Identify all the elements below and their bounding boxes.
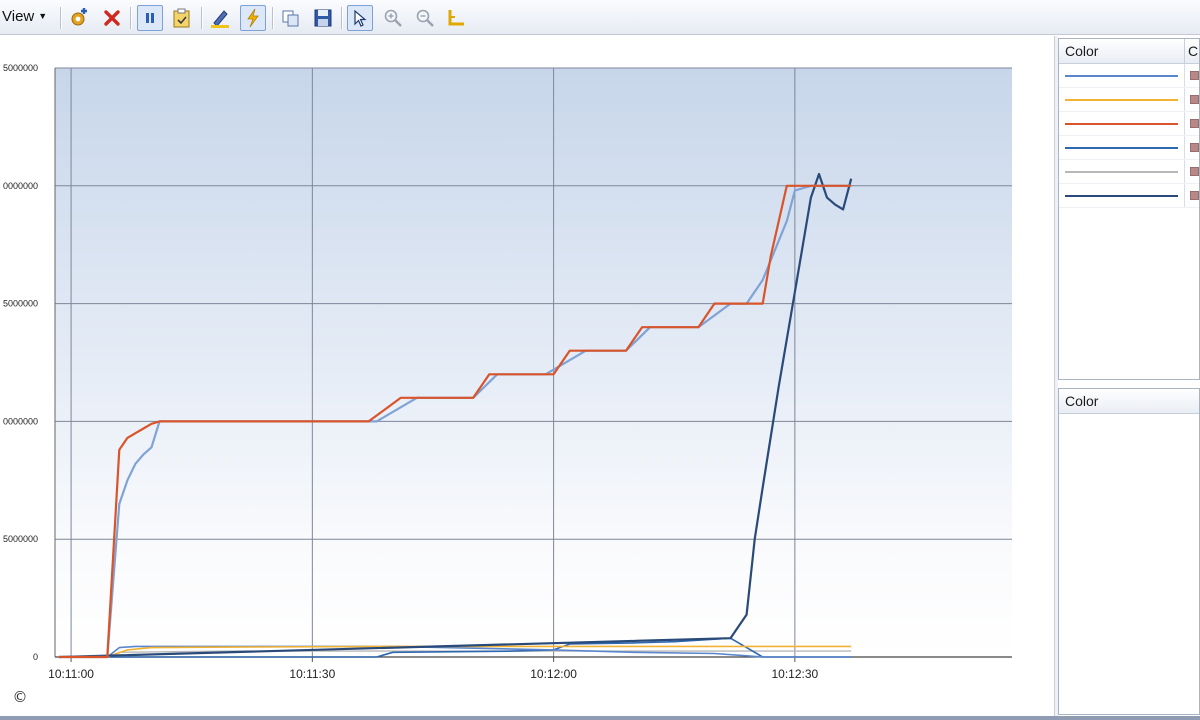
chevron-down-icon: ▼ bbox=[38, 11, 48, 21]
legend-color-swatch bbox=[1065, 195, 1178, 197]
show-checkbox[interactable] bbox=[1190, 167, 1199, 176]
properties-button[interactable] bbox=[240, 5, 266, 31]
y-tick-label: 0000000 bbox=[3, 416, 38, 426]
plot-background bbox=[55, 68, 1012, 657]
save-button[interactable] bbox=[310, 5, 336, 31]
copy-properties-button[interactable] bbox=[278, 5, 304, 31]
toolbar-separator bbox=[60, 7, 62, 29]
zoom-out-button[interactable] bbox=[412, 5, 438, 31]
legend-row[interactable] bbox=[1059, 112, 1199, 136]
save-icon bbox=[314, 9, 332, 27]
column-header-color[interactable]: Color bbox=[1065, 393, 1098, 409]
cell-divider bbox=[1184, 184, 1185, 207]
legend-row[interactable] bbox=[1059, 136, 1199, 160]
x-tick-label: 10:11:00 bbox=[48, 667, 94, 681]
delete-button[interactable] bbox=[99, 5, 125, 31]
y-tick-label: 5000000 bbox=[3, 534, 38, 544]
toolbar-separator bbox=[130, 7, 132, 29]
column-header-color[interactable]: Color bbox=[1065, 43, 1098, 59]
view-menu[interactable]: View ▼ bbox=[2, 8, 47, 25]
cell-divider bbox=[1184, 136, 1185, 159]
highlight-icon bbox=[211, 10, 229, 28]
legend-list bbox=[1059, 64, 1199, 208]
zoom-out-icon bbox=[416, 9, 434, 27]
legend-color-swatch bbox=[1065, 171, 1178, 173]
view-menu-label: View bbox=[2, 8, 35, 25]
add-counter-icon bbox=[71, 8, 87, 26]
show-checkbox[interactable] bbox=[1190, 119, 1199, 128]
update-data-icon bbox=[173, 8, 190, 28]
axis-icon bbox=[448, 10, 464, 26]
details-header: Color bbox=[1059, 389, 1199, 414]
update-data-button[interactable] bbox=[169, 5, 195, 31]
legend-row[interactable] bbox=[1059, 88, 1199, 112]
x-tick-label: 10:12:30 bbox=[772, 667, 819, 681]
zoom-in-button[interactable] bbox=[380, 5, 406, 31]
freeze-display-icon bbox=[146, 13, 154, 23]
legend-color-swatch bbox=[1065, 147, 1178, 149]
line-chart: 0 5000000 0000000 5000000 0000000 5000000 10:1… bbox=[3, 63, 1012, 681]
legend-color-swatch bbox=[1065, 75, 1178, 77]
properties-icon bbox=[247, 8, 259, 28]
copy-properties-icon bbox=[282, 10, 299, 27]
toolbar-separator bbox=[201, 7, 203, 29]
legend-row[interactable] bbox=[1059, 184, 1199, 208]
x-tick-label: 10:12:00 bbox=[530, 667, 577, 681]
show-checkbox[interactable] bbox=[1190, 71, 1199, 80]
legend-row[interactable] bbox=[1059, 64, 1199, 88]
column-divider[interactable] bbox=[1184, 39, 1185, 63]
performance-chart: 0 5000000 0000000 5000000 0000000 5000000 10:1… bbox=[0, 36, 1052, 720]
toolbar-separator bbox=[272, 7, 274, 29]
y-tick-label: 0 bbox=[33, 652, 38, 662]
cell-divider bbox=[1184, 88, 1185, 111]
y-tick-label: 5000000 bbox=[3, 63, 38, 73]
show-checkbox[interactable] bbox=[1190, 95, 1199, 104]
x-tick-label: 10:11:30 bbox=[289, 667, 335, 681]
column-header-show[interactable]: C bbox=[1188, 43, 1198, 59]
freeze-display-button[interactable] bbox=[137, 5, 163, 31]
legend-header: Color C bbox=[1059, 39, 1199, 64]
delete-icon bbox=[104, 10, 120, 26]
cell-divider bbox=[1184, 160, 1185, 183]
axis-button[interactable] bbox=[443, 5, 469, 31]
y-tick-label: 0000000 bbox=[3, 181, 38, 191]
zoom-in-icon bbox=[384, 9, 402, 27]
highlight-button[interactable] bbox=[207, 5, 233, 31]
cell-divider bbox=[1184, 112, 1185, 135]
select-icon bbox=[354, 9, 367, 27]
legend-color-swatch bbox=[1065, 99, 1178, 101]
show-checkbox[interactable] bbox=[1190, 143, 1199, 152]
legend-panel: Color C bbox=[1058, 38, 1200, 380]
copyright-mark: © bbox=[12, 688, 28, 706]
legend-color-swatch bbox=[1065, 123, 1178, 125]
y-tick-label: 5000000 bbox=[3, 299, 38, 309]
toolbar: View ▼ bbox=[0, 0, 1200, 35]
cell-divider bbox=[1184, 64, 1185, 87]
select-button[interactable] bbox=[347, 5, 373, 31]
legend-row[interactable] bbox=[1059, 160, 1199, 184]
window-bottom-border bbox=[0, 716, 1200, 720]
add-counter-button[interactable] bbox=[66, 5, 92, 31]
toolbar-separator bbox=[341, 7, 343, 29]
details-panel: Color bbox=[1058, 388, 1200, 715]
show-checkbox[interactable] bbox=[1190, 191, 1199, 200]
